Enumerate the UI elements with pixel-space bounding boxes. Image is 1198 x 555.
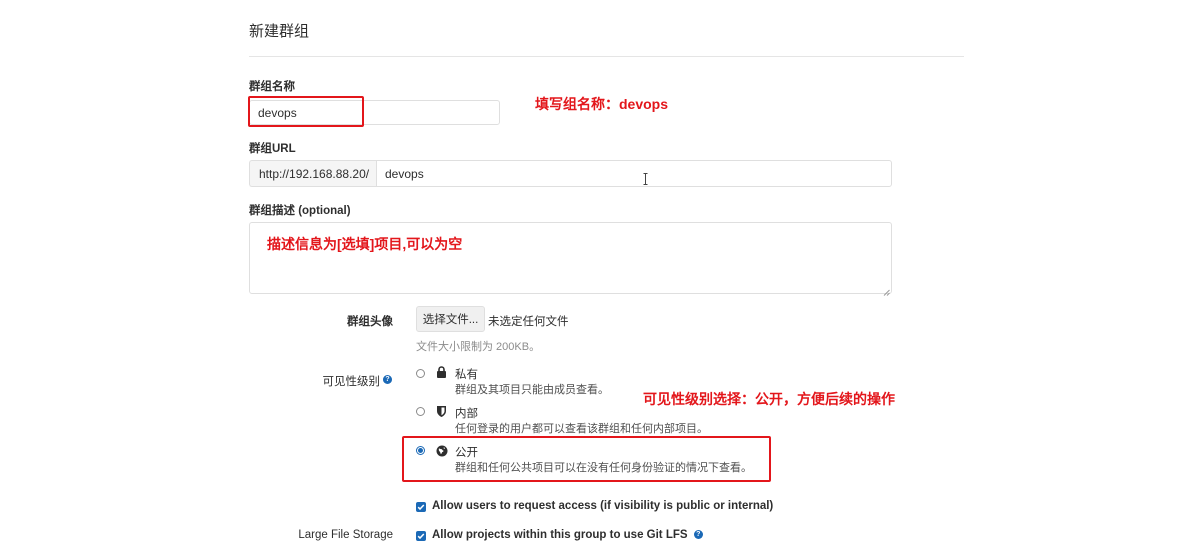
visibility-internal-desc: 任何登录的用户都可以查看该群组和任何内部项目。 xyxy=(455,423,708,435)
choose-file-button[interactable]: 选择文件... xyxy=(416,306,485,332)
request-access-checkbox[interactable] xyxy=(416,502,426,512)
visibility-private-title: 私有 xyxy=(455,369,478,381)
group-url-value: devops xyxy=(385,166,424,181)
lfs-label: Allow projects within this group to use … xyxy=(432,529,703,541)
header-divider xyxy=(249,56,964,57)
name-annotation: 填写组名称：devops xyxy=(535,96,669,112)
visibility-internal-title: 内部 xyxy=(455,408,478,420)
description-annotation: 描述信息为[选填]项目,可以为空 xyxy=(267,236,463,252)
visibility-label: 可见性级别 xyxy=(322,376,381,388)
lock-icon xyxy=(436,366,447,378)
avatar-label: 群组头像 xyxy=(347,316,393,328)
visibility-private-desc: 群组及其项目只能由成员查看。 xyxy=(455,384,609,396)
lfs-help-icon[interactable]: ? xyxy=(693,530,703,540)
lfs-label-text: Allow projects within this group to use … xyxy=(432,529,688,541)
resize-handle-icon[interactable] xyxy=(883,285,890,296)
help-icon[interactable]: ? xyxy=(383,375,392,384)
lfs-checkbox[interactable] xyxy=(416,531,426,541)
visibility-private-radio[interactable] xyxy=(416,369,425,378)
group-name-label: 群组名称 xyxy=(249,81,295,93)
shield-icon xyxy=(436,405,447,417)
visibility-internal-radio[interactable] xyxy=(416,407,425,416)
group-url-label: 群组URL xyxy=(249,143,296,155)
avatar-size-hint: 文件大小限制为 200KB。 xyxy=(416,341,541,353)
group-url-prefix: http://192.168.88.20/ xyxy=(249,160,377,187)
check-icon xyxy=(417,533,425,540)
no-file-chosen-text: 未选定任何文件 xyxy=(488,316,569,328)
group-url-input[interactable]: devops xyxy=(376,160,892,187)
public-highlight-box xyxy=(402,436,771,482)
check-icon xyxy=(417,504,425,511)
request-access-label: Allow users to request access (if visibi… xyxy=(432,500,774,512)
lfs-side-label: Large File Storage xyxy=(298,529,393,541)
text-cursor-icon xyxy=(643,173,648,185)
page-title: 新建群组 xyxy=(249,23,310,40)
name-highlight-box xyxy=(248,96,364,127)
group-description-textarea[interactable] xyxy=(249,222,892,294)
group-description-label: 群组描述 (optional) xyxy=(249,205,351,217)
visibility-annotation: 可见性级别选择：公开，方便后续的操作 xyxy=(643,391,895,407)
